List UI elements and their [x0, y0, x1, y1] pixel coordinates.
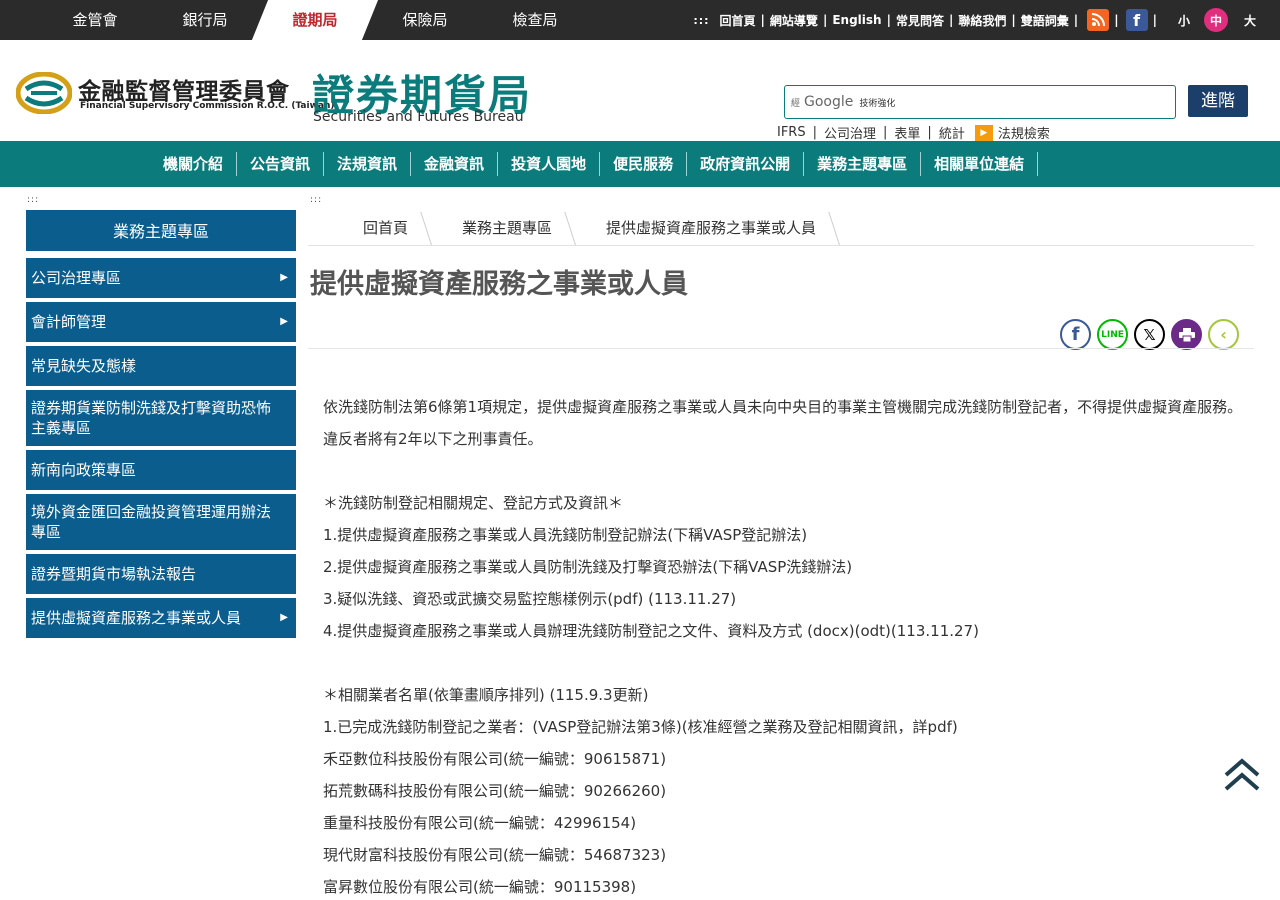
breadcrumb-topics[interactable]: 業務主題專區 [438, 212, 582, 245]
list-item: 富昇數位股份有限公司(統一編號：90115398) [323, 878, 637, 896]
facebook-icon[interactable]: f [1125, 9, 1148, 31]
sidebar-item-enforcement-report[interactable]: 證券暨期貨市場執法報告 [26, 554, 296, 594]
bureau-name-en: Securities and Futures Bureau [313, 109, 524, 125]
share-x-icon[interactable]: 𝕏 [1134, 319, 1165, 350]
accesskey-marker[interactable]: ::: [693, 14, 709, 27]
advanced-search-button[interactable]: 進階 [1188, 85, 1248, 117]
section-heading: ＊洗錢防制登記相關規定、登記方式及資訊＊ [323, 494, 624, 512]
nav-related-links[interactable]: 相關單位連結 [921, 152, 1039, 176]
search-input[interactable]: 經 Google 技術強化 [784, 85, 1176, 119]
sidebar-title: 業務主題專區 [26, 210, 296, 254]
fsc-emblem-icon [16, 72, 72, 114]
agency-tab-insurance[interactable]: 保險局 [370, 0, 480, 40]
back-icon[interactable]: ‹ [1208, 319, 1239, 350]
registered-list-heading[interactable]: 1.已完成洗錢防制登記之業者：(VASP登記辦法第3條)(核准經營之業務及登記相… [323, 711, 1248, 743]
link-vasp-registration[interactable]: 1.提供虛擬資產服務之事業或人員洗錢防制登記辦法(下稱VASP登記辦法) [323, 519, 1248, 551]
caret-right-icon: ▶ [280, 272, 288, 283]
font-size-medium-button[interactable]: 中 [1203, 8, 1228, 32]
quick-link-ifrs[interactable]: IFRS [777, 125, 806, 140]
english-link[interactable]: English [832, 13, 881, 27]
home-link[interactable]: 回首頁 [720, 12, 756, 29]
list-item: 禾亞數位科技股份有限公司(統一編號：90615871) [323, 750, 667, 768]
nav-regulations[interactable]: 法規資訊 [324, 152, 412, 176]
back-to-top-icon[interactable] [1222, 757, 1262, 793]
utility-links: ::: 回首頁 | 網站導覽 | English | 常見問答 | 聯絡我們 | 雙語詞彙… [693, 0, 1256, 40]
nav-financial-info[interactable]: 金融資訊 [411, 152, 499, 176]
sitemap-link[interactable]: 網站導覽 [770, 12, 818, 29]
nav-announcements[interactable]: 公告資訊 [237, 152, 325, 176]
share-line-icon[interactable]: LINE [1097, 319, 1128, 350]
list-item: 重量科技股份有限公司(統一編號：42996154) [323, 814, 637, 832]
divider [308, 348, 1254, 349]
content-accesskey-marker[interactable]: ::: [310, 195, 322, 205]
link-suspicious-patterns[interactable]: 3.疑似洗錢、資恐或武擴交易監控態樣例示(pdf) (113.11.27) [323, 583, 1248, 615]
nav-topics[interactable]: 業務主題專區 [804, 152, 922, 176]
nav-public-service[interactable]: 便民服務 [600, 152, 688, 176]
search-enhanced-label: 技術強化 [859, 98, 896, 109]
caret-right-icon: ▶ [280, 316, 288, 327]
agency-tab-fsc[interactable]: 金管會 [40, 0, 150, 40]
quick-link-forms[interactable]: 表單 [894, 123, 920, 142]
sidebar-item-deficiencies[interactable]: 常見缺失及態樣 [26, 346, 296, 386]
page-title: 提供虛擬資產服務之事業或人員 [310, 269, 688, 300]
sidebar-item-new-southbound[interactable]: 新南向政策專區 [26, 450, 296, 490]
arrow-right-icon: ▶ [974, 124, 993, 141]
breadcrumb: 回首頁 業務主題專區 提供虛擬資產服務之事業或人員 [308, 212, 1254, 246]
share-facebook-icon[interactable]: f [1060, 319, 1091, 350]
nav-about[interactable]: 機關介紹 [150, 152, 238, 176]
google-wordmark: Google [804, 94, 854, 110]
nav-gov-info[interactable]: 政府資訊公開 [687, 152, 805, 176]
sidebar-item-vasp[interactable]: 提供虛擬資產服務之事業或人員 ▶ [26, 598, 296, 638]
breadcrumb-home[interactable]: 回首頁 [308, 212, 438, 245]
link-vasp-aml[interactable]: 2.提供虛擬資產服務之事業或人員防制洗錢及打擊資恐辦法(下稱VASP洗錢辦法) [323, 551, 1248, 583]
search-by-label: 經 [791, 98, 801, 109]
fsc-name-en: Financial Supervisory Commission R.O.C. … [80, 101, 335, 111]
glossary-link[interactable]: 雙語詞彙 [1021, 12, 1069, 29]
breadcrumb-current[interactable]: 提供虛擬資產服務之事業或人員 [582, 212, 846, 245]
agency-tabs: 金管會 銀行局 證期局 保險局 檢查局 [40, 0, 590, 40]
caret-right-icon: ▶ [280, 612, 288, 623]
list-item: 拓荒數碼科技股份有限公司(統一編號：90266260) [323, 782, 667, 800]
rss-icon[interactable] [1087, 9, 1110, 31]
quick-link-statistics[interactable]: 統計 [939, 123, 965, 142]
sidebar: 業務主題專區 公司治理專區 ▶ 會計師管理 ▶ 常見缺失及態樣 證券期貨業防制洗… [26, 210, 296, 638]
list-item: 現代財富科技股份有限公司(統一編號：54687323) [323, 846, 667, 864]
intro-paragraph: 依洗錢防制法第6條第1項規定，提供虛擬資產服務之事業或人員未向中央目的事業主管機… [323, 398, 1243, 448]
article-body: 依洗錢防制法第6條第1項規定，提供虛擬資產服務之事業或人員未向中央目的事業主管機… [323, 391, 1248, 900]
quick-links: IFRS | 公司治理 | 表單 | 統計 ▶ 法規檢索 [777, 123, 1050, 142]
top-bar: 金管會 銀行局 證期局 保險局 檢查局 ::: 回首頁 | 網站導覽 | Engli… [0, 0, 1280, 40]
sidebar-item-governance[interactable]: 公司治理專區 ▶ [26, 258, 296, 298]
share-bar: f LINE 𝕏 ‹ [1060, 319, 1239, 350]
main-nav: 機關介紹 公告資訊 法規資訊 金融資訊 投資人園地 便民服務 政府資訊公開 業務… [0, 141, 1280, 187]
sidebar-item-aml[interactable]: 證券期貨業防制洗錢及打擊資助恐怖主義專區 [26, 390, 296, 446]
font-size-small-button[interactable]: 小 [1178, 12, 1190, 29]
sidebar-item-accountant[interactable]: 會計師管理 ▶ [26, 302, 296, 342]
fsc-logo[interactable]: 金融監督管理委員會 Financial Supervisory Commissi… [16, 70, 335, 118]
section-heading: ＊相關業者名單(依筆畫順序排列) (115.9.3更新) [323, 686, 649, 704]
law-search-link[interactable]: 法規檢索 [998, 123, 1050, 142]
contact-link[interactable]: 聯絡我們 [958, 12, 1006, 29]
agency-tab-examination[interactable]: 檢查局 [480, 0, 590, 40]
agency-tab-banking[interactable]: 銀行局 [150, 0, 260, 40]
font-size-large-button[interactable]: 大 [1244, 12, 1256, 29]
print-icon[interactable] [1171, 319, 1202, 350]
nav-investor[interactable]: 投資人園地 [498, 152, 601, 176]
faq-link[interactable]: 常見問答 [896, 12, 944, 29]
sidebar-item-repatriation[interactable]: 境外資金匯回金融投資管理運用辦法專區 [26, 494, 296, 550]
sidebar-accesskey-marker[interactable]: ::: [27, 195, 39, 205]
agency-tab-securities[interactable]: 證期局 [260, 0, 370, 40]
quick-link-governance[interactable]: 公司治理 [824, 123, 876, 142]
link-registration-documents[interactable]: 4.提供虛擬資產服務之事業或人員辦理洗錢防制登記之文件、資料及方式 (docx)… [323, 615, 1248, 647]
